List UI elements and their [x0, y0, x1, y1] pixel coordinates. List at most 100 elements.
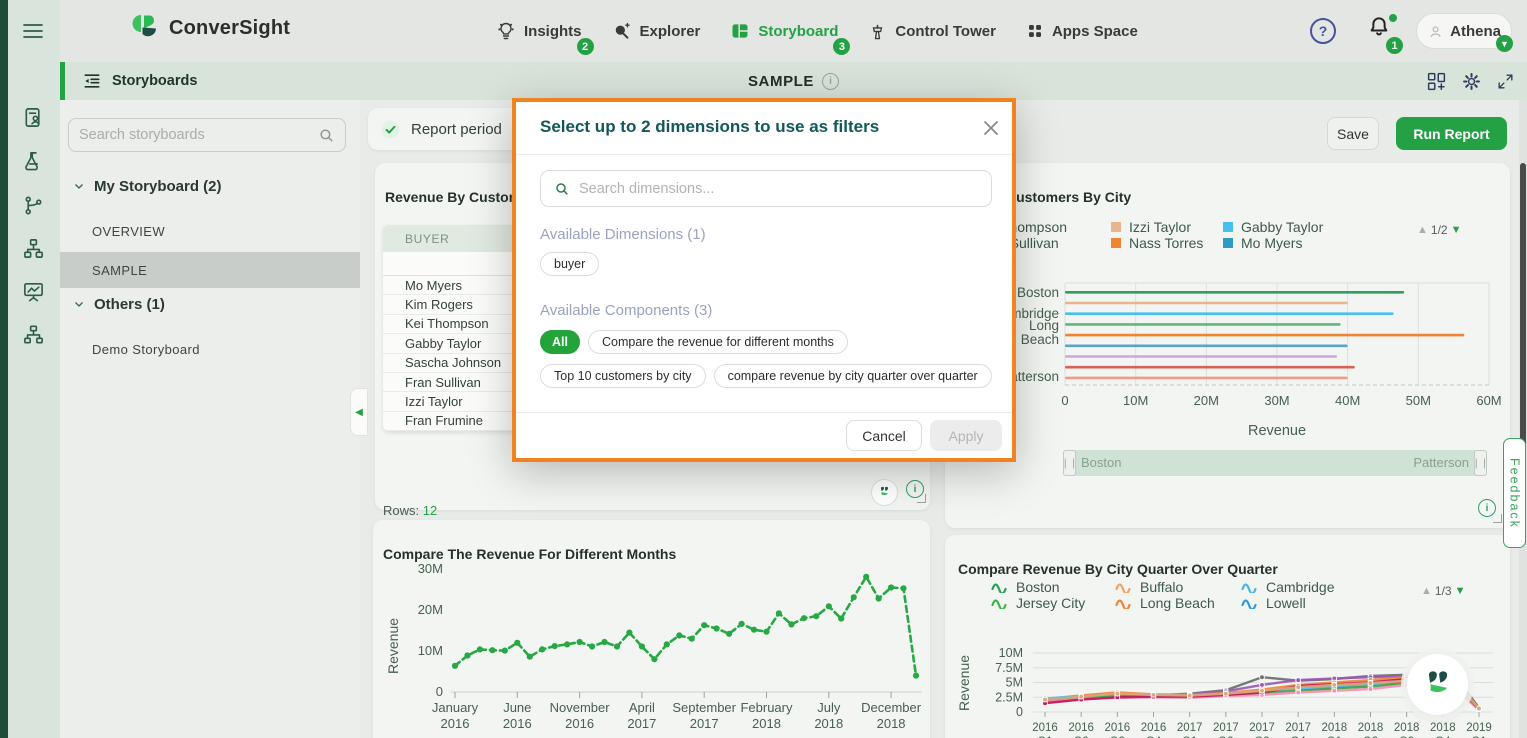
- insights-bulb-icon: [496, 21, 516, 41]
- svg-text:2018Q1: 2018Q1: [1322, 722, 1348, 738]
- hierarchy-icon[interactable]: [14, 229, 52, 267]
- slider-left-label: Boston: [1081, 455, 1121, 470]
- component-chip[interactable]: Compare the revenue for different months: [588, 330, 848, 354]
- resize-handle[interactable]: [917, 494, 926, 503]
- user-menu-caret-icon: ▼: [1496, 35, 1513, 52]
- component-chip-all[interactable]: All: [540, 330, 580, 354]
- svg-text:5M: 5M: [1006, 676, 1023, 690]
- sidebar-group-my-storyboard[interactable]: My Storyboard (2): [60, 174, 360, 198]
- nav-control-tower[interactable]: Control Tower: [868, 22, 996, 41]
- modal-divider: [516, 154, 1012, 155]
- svg-text:January2016: January2016: [432, 700, 479, 731]
- top-navigation-bar: ConverSight Insights 2 Explorer Storyboa…: [60, 0, 1527, 62]
- storyboard-search[interactable]: [68, 118, 346, 152]
- cancel-button[interactable]: Cancel: [846, 420, 922, 451]
- bell-status-dot: [1389, 14, 1397, 22]
- dimension-chip[interactable]: buyer: [540, 252, 599, 276]
- nav-insights[interactable]: Insights 2: [496, 21, 582, 41]
- svg-text:20M: 20M: [1194, 393, 1219, 408]
- dimension-search-input[interactable]: [579, 181, 978, 197]
- lab-flask-icon[interactable]: [14, 142, 52, 180]
- storyboard-header-bar: Storyboards SAMPLE i: [60, 62, 1527, 100]
- storyboard-icon: [730, 21, 750, 41]
- component-chip[interactable]: Top 10 customers by city: [540, 364, 706, 388]
- svg-text:0: 0: [436, 684, 443, 699]
- apply-button[interactable]: Apply: [930, 420, 1002, 451]
- presentation-chart-icon[interactable]: [14, 272, 52, 310]
- svg-text:Long: Long: [1029, 318, 1059, 333]
- svg-text:2018Q2: 2018Q2: [1358, 722, 1384, 738]
- dimension-chips: buyer: [540, 252, 1012, 276]
- chevron-down-icon: [73, 298, 85, 310]
- feedback-tab[interactable]: Feedback: [1503, 438, 1526, 548]
- user-name: Athena: [1450, 23, 1501, 40]
- search-icon: [318, 127, 335, 144]
- settings-gear-icon[interactable]: [1461, 71, 1482, 92]
- svg-text:2018Q3: 2018Q3: [1394, 722, 1420, 738]
- svg-text:Revenue: Revenue: [1248, 423, 1306, 439]
- brand-logo[interactable]: ConverSight: [130, 14, 290, 42]
- nav-apps-space-label: Apps Space: [1052, 23, 1138, 40]
- dimension-filter-modal: Select up to 2 dimensions to use as filt…: [512, 98, 1016, 462]
- git-branch-icon[interactable]: [14, 186, 52, 224]
- help-icon[interactable]: ?: [1310, 18, 1336, 44]
- sidebar-collapse-toggle[interactable]: ◀: [350, 388, 368, 436]
- modal-footer-divider: [516, 412, 1012, 413]
- check-circle-icon: [380, 119, 401, 140]
- svg-text:2017Q2: 2017Q2: [1213, 722, 1239, 738]
- close-icon[interactable]: [982, 119, 1000, 137]
- notifications-bell[interactable]: 1: [1366, 14, 1398, 50]
- rail-edge: [0, 0, 8, 738]
- assistant-mini-icon[interactable]: [871, 479, 898, 506]
- nav-apps-space[interactable]: Apps Space: [1026, 22, 1138, 40]
- org-chart-icon[interactable]: [14, 315, 52, 353]
- group-label: My Storyboard (2): [94, 178, 222, 195]
- slider-handle-right[interactable]: ❘❘: [1474, 450, 1487, 476]
- sidebar-item-overview[interactable]: OVERVIEW: [60, 213, 360, 249]
- user-menu[interactable]: Athena ▼: [1416, 13, 1512, 49]
- modal-title: Select up to 2 dimensions to use as filt…: [540, 117, 879, 137]
- athena-assistant-button[interactable]: [1407, 654, 1468, 715]
- svg-text:November2016: November2016: [550, 700, 611, 731]
- svg-text:2.5M: 2.5M: [995, 690, 1023, 704]
- svg-text:July2018: July2018: [814, 700, 843, 731]
- group-label: Others (1): [94, 296, 165, 313]
- svg-text:0: 0: [1016, 705, 1023, 719]
- report-document-icon[interactable]: [14, 98, 52, 136]
- nav-explorer-label: Explorer: [640, 23, 701, 40]
- line-chart-plot: 010M20M30MJanuary2016June2016November201…: [373, 520, 930, 738]
- sidebar-item-demo-storyboard[interactable]: Demo Storyboard: [60, 331, 360, 367]
- bar-chart-plot: 010M20M30M40M50M60MBostonCambridgeLongBe…: [945, 163, 1510, 443]
- nav-explorer[interactable]: Explorer: [612, 21, 701, 41]
- revenue-by-month-card: Compare The Revenue For Different Months…: [373, 520, 930, 738]
- svg-text:December2018: December2018: [861, 700, 922, 731]
- sidebar-group-others[interactable]: Others (1): [60, 292, 360, 316]
- svg-text:2018Q4: 2018Q4: [1430, 722, 1456, 738]
- add-widget-icon[interactable]: [1426, 71, 1447, 92]
- svg-text:0: 0: [1061, 393, 1068, 408]
- svg-text:2017Q4: 2017Q4: [1285, 722, 1311, 738]
- nav-insights-label: Insights: [524, 23, 582, 40]
- slider-handle-left[interactable]: ❘❘: [1063, 450, 1076, 476]
- storyboard-search-input[interactable]: [79, 127, 310, 143]
- dimension-search[interactable]: [540, 170, 992, 207]
- expand-icon[interactable]: [1496, 72, 1515, 91]
- svg-text:30M: 30M: [1264, 393, 1289, 408]
- storyboards-sidebar: My Storyboard (2) OVERVIEW SAMPLE Others…: [60, 100, 360, 738]
- search-icon: [554, 181, 570, 197]
- report-period-label: Report period: [411, 121, 502, 138]
- nav-storyboard[interactable]: Storyboard 3: [730, 21, 838, 41]
- slider-right-label: Patterson: [1413, 455, 1469, 470]
- page-info-icon[interactable]: i: [822, 73, 839, 90]
- sidebar-item-sample[interactable]: SAMPLE: [60, 252, 360, 288]
- scrollbar-track[interactable]: [1519, 100, 1527, 738]
- save-button[interactable]: Save: [1327, 117, 1379, 150]
- run-report-button[interactable]: Run Report: [1396, 117, 1507, 150]
- hamburger-menu-icon[interactable]: [14, 12, 52, 50]
- component-chip[interactable]: compare revenue by city quarter over qua…: [714, 364, 992, 388]
- svg-text:10M: 10M: [1123, 393, 1148, 408]
- page-title: SAMPLE: [748, 73, 814, 90]
- feedback-label: Feedback: [1508, 458, 1522, 529]
- resize-handle[interactable]: [1493, 514, 1502, 523]
- bell-badge: 1: [1386, 37, 1403, 54]
